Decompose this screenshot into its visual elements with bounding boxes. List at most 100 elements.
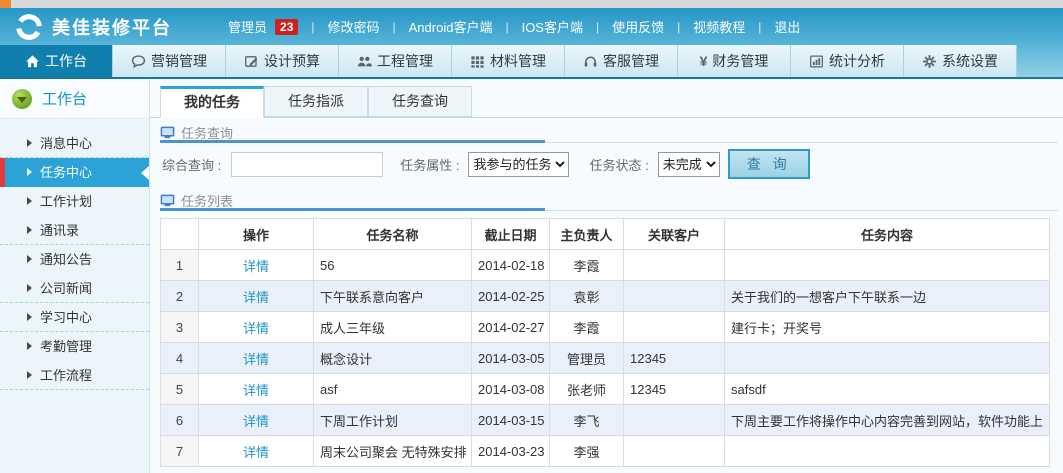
tab-任务查询[interactable]: 任务查询 bbox=[368, 86, 472, 117]
sidebar-item-任务中心[interactable]: 任务中心 bbox=[0, 158, 149, 187]
gear-icon bbox=[922, 54, 937, 69]
nav-tab-label: 财务管理 bbox=[712, 51, 768, 71]
section-divider bbox=[160, 210, 1058, 211]
nav-tab-设计预算[interactable]: 设计预算 bbox=[226, 45, 339, 77]
nav-tab-统计分析[interactable]: 统计分析 bbox=[791, 45, 904, 77]
keyword-input[interactable] bbox=[231, 152, 383, 177]
sidebar-item-通讯录[interactable]: 通讯录 bbox=[0, 216, 149, 245]
row-number: 1 bbox=[161, 250, 199, 281]
task-content-cell bbox=[725, 343, 1050, 374]
task-content-cell: 关于我们的一想客户下午联系一边 bbox=[725, 281, 1050, 312]
sidebar-header-workbench[interactable]: 工作台 bbox=[0, 79, 149, 119]
header-link-IOS客户端[interactable]: IOS客户端 bbox=[522, 17, 583, 36]
task-table: 操作任务名称截止日期主负责人关联客户任务内容 1详情562014-02-18李霞… bbox=[160, 218, 1050, 467]
logo-area[interactable]: 美佳装修平台 bbox=[14, 12, 172, 42]
action-cell: 详情 bbox=[199, 405, 314, 436]
customer-cell bbox=[624, 250, 725, 281]
menu-separator bbox=[311, 20, 314, 34]
header-link-视频教程[interactable]: 视频教程 bbox=[693, 17, 745, 36]
header-link-Android客户端[interactable]: Android客户端 bbox=[409, 17, 493, 36]
nav-tab-营销管理[interactable]: 营销管理 bbox=[113, 45, 226, 77]
customer-cell bbox=[624, 436, 725, 467]
detail-link[interactable]: 详情 bbox=[243, 445, 269, 460]
action-cell: 详情 bbox=[199, 250, 314, 281]
detail-link[interactable]: 详情 bbox=[243, 352, 269, 367]
user-menu[interactable]: 管理员 23 bbox=[228, 17, 298, 36]
nav-tab-工程管理[interactable]: 工程管理 bbox=[339, 45, 452, 77]
sidebar-header-label: 工作台 bbox=[42, 88, 87, 109]
sidebar-item-工作流程[interactable]: 工作流程 bbox=[0, 361, 149, 390]
keyword-label: 综合查询 : bbox=[162, 155, 221, 174]
sidebar-item-通知公告[interactable]: 通知公告 bbox=[0, 245, 149, 274]
customer-cell bbox=[624, 312, 725, 343]
row-number: 7 bbox=[161, 436, 199, 467]
owner-cell: 张老师 bbox=[550, 374, 624, 405]
menu-separator bbox=[505, 20, 508, 34]
column-header-任务名称: 任务名称 bbox=[314, 219, 472, 250]
detail-link[interactable]: 详情 bbox=[243, 414, 269, 429]
search-button[interactable]: 查 询 bbox=[728, 149, 810, 179]
header-link-使用反馈[interactable]: 使用反馈 bbox=[612, 17, 664, 36]
row-number: 5 bbox=[161, 374, 199, 405]
task-name-cell: 概念设计 bbox=[314, 343, 472, 374]
sidebar-item-考勤管理[interactable]: 考勤管理 bbox=[0, 332, 149, 361]
nav-tab-label: 工程管理 bbox=[377, 51, 433, 71]
nav-tab-label: 客服管理 bbox=[603, 51, 659, 71]
table-row: 3详情成人三年级2014-02-27李霞建行卡；开奖号 bbox=[161, 312, 1050, 343]
tab-我的任务[interactable]: 我的任务 bbox=[160, 86, 264, 118]
row-number: 4 bbox=[161, 343, 199, 374]
task-content-cell bbox=[725, 250, 1050, 281]
sidebar-item-消息中心[interactable]: 消息中心 bbox=[0, 129, 149, 158]
task-name-cell: 下午联系意向客户 bbox=[314, 281, 472, 312]
chart-icon bbox=[809, 54, 824, 69]
action-cell: 详情 bbox=[199, 312, 314, 343]
action-cell: 详情 bbox=[199, 343, 314, 374]
task-attr-select[interactable]: 我参与的任务 bbox=[468, 152, 569, 177]
detail-link[interactable]: 详情 bbox=[243, 259, 269, 274]
task-name-cell: 下周工作计划 bbox=[314, 405, 472, 436]
active-red-bar bbox=[0, 158, 5, 187]
detail-link[interactable]: 详情 bbox=[243, 290, 269, 305]
detail-link[interactable]: 详情 bbox=[243, 321, 269, 336]
table-row: 2详情下午联系意向客户2014-02-25袁彰关于我们的一想客户下午联系一边 bbox=[161, 281, 1050, 312]
table-row: 4详情概念设计2014-03-05管理员12345 bbox=[161, 343, 1050, 374]
yen-icon: ¥ bbox=[700, 54, 708, 69]
top-strip bbox=[0, 0, 1063, 8]
detail-link[interactable]: 详情 bbox=[243, 383, 269, 398]
owner-cell: 李飞 bbox=[550, 405, 624, 436]
task-query-form: 综合查询 : 任务属性 : 我参与的任务 任务状态 : 未完成 查 询 bbox=[162, 149, 810, 179]
action-cell: 详情 bbox=[199, 281, 314, 312]
headset-icon bbox=[583, 54, 598, 69]
nav-tab-客服管理[interactable]: 客服管理 bbox=[565, 45, 678, 77]
table-row: 1详情562014-02-18李霞 bbox=[161, 250, 1050, 281]
sidebar-menu: 消息中心任务中心工作计划通讯录通知公告公司新闻学习中心考勤管理工作流程 bbox=[0, 129, 149, 390]
menu-separator bbox=[758, 20, 761, 34]
app-header: 美佳装修平台 管理员 23 修改密码 Android客户端 IOS客户端 使用反馈 视频… bbox=[0, 8, 1063, 45]
column-header-关联客户: 关联客户 bbox=[624, 219, 725, 250]
nav-tab-label: 设计预算 bbox=[264, 51, 320, 71]
table-row: 5详情asf2014-03-08张老师12345safsdf bbox=[161, 374, 1050, 405]
section-divider bbox=[160, 142, 1058, 143]
nav-tab-材料管理[interactable]: 材料管理 bbox=[452, 45, 565, 77]
deadline-cell: 2014-02-27 bbox=[472, 312, 550, 343]
menu-separator bbox=[596, 20, 599, 34]
deadline-cell: 2014-03-15 bbox=[472, 405, 550, 436]
nav-tab-系统设置[interactable]: 系统设置 bbox=[904, 45, 1017, 77]
owner-cell: 管理员 bbox=[550, 343, 624, 374]
header-link-修改密码[interactable]: 修改密码 bbox=[328, 17, 380, 36]
owner-cell: 李强 bbox=[550, 436, 624, 467]
task-name-cell: 56 bbox=[314, 250, 472, 281]
nav-tab-工作台[interactable]: 工作台 bbox=[0, 45, 113, 77]
task-status-select[interactable]: 未完成 bbox=[658, 152, 720, 177]
sidebar-item-学习中心[interactable]: 学习中心 bbox=[0, 303, 149, 332]
header-menu: 管理员 23 修改密码 Android客户端 IOS客户端 使用反馈 视频教程 退出 bbox=[228, 17, 800, 36]
sidebar-item-工作计划[interactable]: 工作计划 bbox=[0, 187, 149, 216]
deadline-cell: 2014-03-23 bbox=[472, 436, 550, 467]
header-link-退出[interactable]: 退出 bbox=[774, 17, 800, 36]
task-content-cell bbox=[725, 436, 1050, 467]
nav-tab-财务管理[interactable]: ¥ 财务管理 bbox=[678, 45, 791, 77]
sidebar-item-公司新闻[interactable]: 公司新闻 bbox=[0, 274, 149, 303]
tab-任务指派[interactable]: 任务指派 bbox=[264, 86, 368, 117]
nav-tab-label: 工作台 bbox=[45, 51, 87, 71]
active-arrow-notch bbox=[141, 166, 149, 180]
